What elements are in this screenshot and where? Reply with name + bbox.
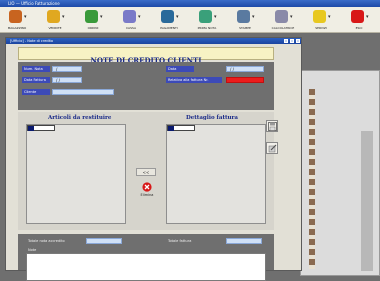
save-button[interactable]: [266, 120, 278, 132]
data-label: Data: [166, 66, 194, 72]
app-frame: LIO — Ufficio Fatturazione ▾ MAGAZZINO ▾ VE…: [0, 0, 380, 281]
num-nota-field[interactable]: /: [52, 66, 82, 72]
transfer-button[interactable]: <<: [136, 168, 156, 176]
delete-label: Elimina: [140, 193, 154, 197]
form-header: NOTE DI CREDITO CLIENTI: [18, 47, 274, 65]
relativa-fattura-field[interactable]: [226, 77, 264, 83]
toolbar-pagamenti-button[interactable]: ▾ PAGAMENTI: [156, 9, 186, 33]
toolbar-calcolatrice-button[interactable]: ▾ CALCOLATRICE: [270, 9, 300, 33]
delete-button[interactable]: Elimina: [138, 182, 156, 202]
dettaglio-title: Dettaglio fattura: [186, 115, 238, 121]
services-icon: [313, 10, 326, 23]
toolbar-label: CALCOLATRICE: [271, 26, 295, 30]
close-button[interactable]: [296, 39, 300, 43]
toolbar-ordini-button[interactable]: ▾ ORDINI: [80, 9, 110, 33]
background-strip: [309, 89, 315, 269]
floppy-icon: [267, 122, 277, 131]
maximize-button[interactable]: [290, 39, 294, 43]
calculator-icon: [275, 10, 288, 23]
toolbar-vendite-button[interactable]: ▾ VENDITE: [42, 9, 72, 33]
toolbar-label: PAGAMENTI: [160, 26, 178, 30]
list-item[interactable]: [167, 125, 195, 131]
background-panel: [361, 131, 373, 271]
articles-panel: Articoli da restituire Dettaglio fattura…: [18, 112, 274, 230]
app-titlebar: LIO — Ufficio Fatturazione: [0, 0, 380, 7]
warehouse-icon: [9, 10, 22, 23]
info-panel: Num. Nota / Data Fattura / / Cliente Dat…: [18, 62, 274, 110]
toolbar-cassa-button[interactable]: ▾ CASSA: [118, 9, 148, 33]
chevron-down-icon[interactable]: ▾: [100, 15, 103, 20]
totale-fattura-label: Totale fattura: [166, 238, 210, 244]
cash-icon: [123, 10, 136, 23]
cliente-label: Cliente: [22, 89, 50, 95]
toolbar-servizi-button[interactable]: ▾ SERVIZI: [308, 9, 338, 33]
toolbar-label: PRIMA NOTA: [197, 26, 217, 30]
toolbar-label: SERVIZI: [315, 26, 327, 30]
row-selector: [28, 126, 34, 131]
totale-nota-label: Totale nota accredito: [26, 238, 70, 244]
toolbar-prima-nota-button[interactable]: ▾ PRIMA NOTA: [194, 9, 224, 33]
chevron-down-icon[interactable]: ▾: [252, 15, 255, 20]
child-title: [Ufficio] - Note di credito: [10, 39, 54, 43]
relativa-fattura-label: Relativa alla fattura Nr.: [166, 77, 222, 83]
delete-icon: [142, 182, 152, 192]
toolbar-magazzino-button[interactable]: ▾ MAGAZZINO: [4, 9, 34, 33]
toolbar-label: ESCI: [355, 26, 363, 30]
data-fattura-label: Data Fattura: [22, 77, 50, 83]
credit-note-window: [Ufficio] - Note di credito NOTE DI CRED…: [5, 37, 302, 281]
toolbar-stampe-button[interactable]: ▾ STAMPE: [232, 9, 262, 33]
main-toolbar: ▾ MAGAZZINO ▾ VENDITE ▾ ORDINI ▾ CASSA ▾ PAGAMENT…: [0, 7, 380, 33]
toolbar-label: STAMPE: [239, 26, 251, 30]
print-icon: [237, 10, 250, 23]
orders-icon: [85, 10, 98, 23]
child-titlebar: [Ufficio] - Note di credito: [6, 38, 301, 44]
toolbar-label: VENDITE: [48, 26, 62, 30]
chevron-down-icon[interactable]: ▾: [366, 15, 369, 20]
payments-icon: [161, 10, 174, 23]
edit-icon: [268, 144, 276, 153]
background-window: [300, 70, 380, 276]
edit-button[interactable]: [266, 142, 278, 154]
chevron-down-icon[interactable]: ▾: [290, 15, 293, 20]
data-field[interactable]: / /: [226, 66, 264, 72]
chevron-down-icon[interactable]: ▾: [176, 15, 179, 20]
row-selector: [168, 126, 174, 131]
chevron-down-icon[interactable]: ▾: [138, 15, 141, 20]
toolbar-label: MAGAZZINO: [7, 26, 27, 30]
exit-icon: [351, 10, 364, 23]
chevron-down-icon[interactable]: ▾: [328, 15, 331, 20]
chevron-down-icon[interactable]: ▾: [62, 15, 65, 20]
totale-nota-field[interactable]: [86, 238, 122, 244]
num-nota-label: Num. Nota: [22, 66, 50, 72]
totals-panel: Totale nota accredito Totale fattura Not…: [18, 234, 274, 281]
minimize-button[interactable]: [284, 39, 288, 43]
toolbar-label: ORDINI: [87, 26, 99, 30]
list-item[interactable]: [27, 125, 55, 131]
totale-fattura-field[interactable]: [226, 238, 262, 244]
cliente-field[interactable]: [52, 89, 114, 95]
toolbar-esci-button[interactable]: ▾ ESCI: [346, 9, 376, 33]
notes-field[interactable]: [26, 253, 266, 281]
chevron-down-icon[interactable]: ▾: [214, 15, 217, 20]
sales-icon: [47, 10, 60, 23]
chevron-down-icon[interactable]: ▾: [24, 15, 27, 20]
dettaglio-list[interactable]: [166, 124, 266, 224]
articoli-list[interactable]: [26, 124, 126, 224]
articoli-title: Articoli da restituire: [48, 115, 112, 121]
toolbar-label: CASSA: [125, 26, 137, 30]
app-title: LIO — Ufficio Fatturazione: [8, 1, 60, 6]
ledger-icon: [199, 10, 212, 23]
data-fattura-field[interactable]: / /: [52, 77, 82, 83]
